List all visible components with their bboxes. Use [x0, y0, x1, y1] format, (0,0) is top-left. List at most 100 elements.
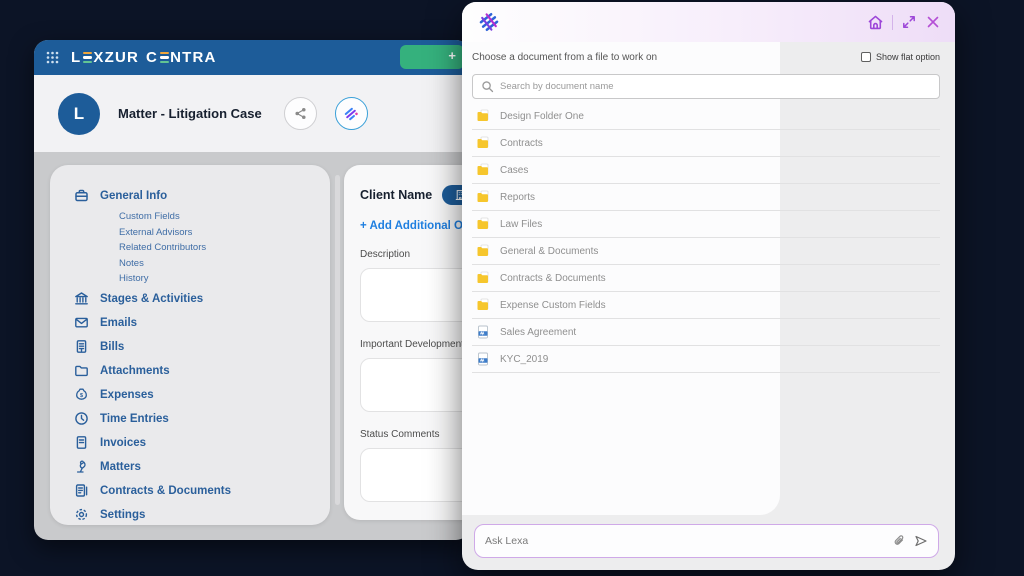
- brand-text: L: [71, 49, 81, 66]
- description-label: Description: [360, 249, 470, 260]
- sidebar-subitem-custom-fields[interactable]: Custom Fields: [119, 211, 312, 222]
- list-item-folder[interactable]: Contracts: [472, 130, 940, 157]
- home-icon[interactable]: [867, 14, 884, 31]
- sidebar-item-time-entries[interactable]: Time Entries: [74, 410, 312, 427]
- stylized-e-icon: [83, 52, 92, 63]
- client-name-label: Client Name: [360, 188, 432, 202]
- list-item-folder[interactable]: Contracts & Documents: [472, 265, 940, 292]
- sidebar-item-label: General Info: [100, 190, 167, 202]
- clock-icon: [74, 411, 89, 426]
- page-title: Matter - Litigation Case: [118, 106, 262, 121]
- sidebar-item-expenses[interactable]: $ Expenses: [74, 386, 312, 403]
- stylized-e-icon: [160, 52, 169, 63]
- yellow-folder-icon: [476, 163, 490, 177]
- description-textarea[interactable]: [360, 268, 470, 322]
- svg-text:$: $: [80, 393, 83, 399]
- add-additional-opportunity-link[interactable]: + Add Additional Oppor: [360, 220, 470, 232]
- list-item-folder[interactable]: Law Files: [472, 211, 940, 238]
- list-item-folder[interactable]: Cases: [472, 157, 940, 184]
- brand-text: C: [146, 49, 158, 66]
- app-launcher-grid-icon[interactable]: [46, 51, 59, 64]
- yellow-folder-icon: [476, 190, 490, 204]
- list-item-document[interactable]: KYC_2019: [472, 346, 940, 373]
- list-item-label: KYC_2019: [500, 354, 548, 365]
- sidebar-item-emails[interactable]: Emails: [74, 314, 312, 331]
- sidebar-subitem-related-contributors[interactable]: Related Contributors: [119, 242, 312, 253]
- list-item-label: Expense Custom Fields: [500, 300, 606, 311]
- show-flat-option[interactable]: Show flat option: [861, 52, 940, 62]
- sidebar-item-matters[interactable]: Matters: [74, 458, 312, 475]
- brand-text: XZUR: [93, 49, 139, 66]
- matter-bar: L Matter - Litigation Case: [34, 75, 470, 152]
- brand-logo: L XZUR C NTRA: [71, 49, 217, 66]
- sidebar-item-label: Attachments: [100, 365, 170, 377]
- list-item-document[interactable]: Sales Agreement: [472, 319, 940, 346]
- briefcase-icon: [74, 188, 89, 203]
- sidebar-item-settings[interactable]: Settings: [74, 506, 312, 523]
- list-item-folder[interactable]: Reports: [472, 184, 940, 211]
- share-icon: [293, 106, 308, 121]
- word-document-icon: [476, 325, 490, 339]
- document-search-input[interactable]: [500, 81, 931, 92]
- document-search-box: [472, 74, 940, 99]
- sidebar-subitem-external-advisors[interactable]: External Advisors: [119, 227, 312, 238]
- yellow-folder-icon: [476, 136, 490, 150]
- lexa-ai-icon: [343, 106, 359, 122]
- brand-text: NTRA: [170, 49, 216, 66]
- sidebar-item-label: Stages & Activities: [100, 293, 203, 305]
- close-icon[interactable]: [925, 14, 941, 30]
- sidebar-item-general-info[interactable]: General Info: [74, 187, 312, 204]
- list-item-label: Contracts & Documents: [500, 273, 606, 284]
- status-comments-textarea[interactable]: [360, 448, 470, 502]
- sidebar-subitem-history[interactable]: History: [119, 273, 312, 284]
- envelope-icon: [74, 315, 89, 330]
- sidebar: General Info Custom Fields External Advi…: [50, 165, 330, 525]
- bill-document-icon: [74, 339, 89, 354]
- matter-form-card: Client Name + Add Additional Oppor Descr…: [344, 165, 470, 520]
- yellow-folder-icon: [476, 271, 490, 285]
- sidebar-item-invoices[interactable]: Invoices: [74, 434, 312, 451]
- list-item-label: Reports: [500, 192, 535, 203]
- sidebar-item-contracts-documents[interactable]: Contracts & Documents: [74, 482, 312, 499]
- sidebar-item-stages-activities[interactable]: Stages & Activities: [74, 290, 312, 307]
- send-icon[interactable]: [914, 534, 928, 548]
- sidebar-item-bills[interactable]: Bills: [74, 338, 312, 355]
- new-button[interactable]: +: [400, 45, 464, 69]
- list-item-label: Cases: [500, 165, 528, 176]
- invoice-icon: [74, 435, 89, 450]
- yellow-folder-icon: [476, 244, 490, 258]
- share-button[interactable]: [284, 97, 317, 130]
- paperclip-icon[interactable]: [892, 534, 906, 548]
- word-document-icon: [476, 352, 490, 366]
- scrollbar[interactable]: [335, 175, 340, 505]
- expand-icon[interactable]: [901, 14, 917, 30]
- important-development-textarea[interactable]: [360, 358, 470, 412]
- sidebar-item-label: Time Entries: [100, 413, 169, 425]
- lexa-panel-header: [462, 2, 955, 42]
- list-item-label: Contracts: [500, 138, 543, 149]
- lexa-ai-button[interactable]: [335, 97, 368, 130]
- desk-lamp-icon: [74, 459, 89, 474]
- sidebar-subitem-notes[interactable]: Notes: [119, 258, 312, 269]
- bank-icon: [74, 291, 89, 306]
- folder-icon: [74, 363, 89, 378]
- list-item-folder[interactable]: Expense Custom Fields: [472, 292, 940, 319]
- app-header: L XZUR C NTRA +: [34, 40, 470, 75]
- sidebar-item-label: Contracts & Documents: [100, 485, 231, 497]
- important-development-label: Important Development: [360, 339, 470, 350]
- lexa-logo-icon: [476, 9, 502, 35]
- document-list: Design Folder One Contracts Cases Report…: [472, 103, 940, 373]
- header-divider: [892, 15, 893, 30]
- sidebar-item-attachments[interactable]: Attachments: [74, 362, 312, 379]
- show-flat-label: Show flat option: [876, 52, 940, 62]
- sidebar-sub-menu: Custom Fields External Advisors Related …: [119, 211, 312, 284]
- ask-lexa-input[interactable]: [485, 535, 884, 547]
- contract-document-icon: [74, 483, 89, 498]
- list-item-folder[interactable]: General & Documents: [472, 238, 940, 265]
- avatar: L: [58, 93, 100, 135]
- gear-icon: [74, 507, 89, 522]
- yellow-folder-icon: [476, 109, 490, 123]
- sidebar-item-label: Expenses: [100, 389, 154, 401]
- show-flat-checkbox[interactable]: [861, 52, 871, 62]
- list-item-folder[interactable]: Design Folder One: [472, 103, 940, 130]
